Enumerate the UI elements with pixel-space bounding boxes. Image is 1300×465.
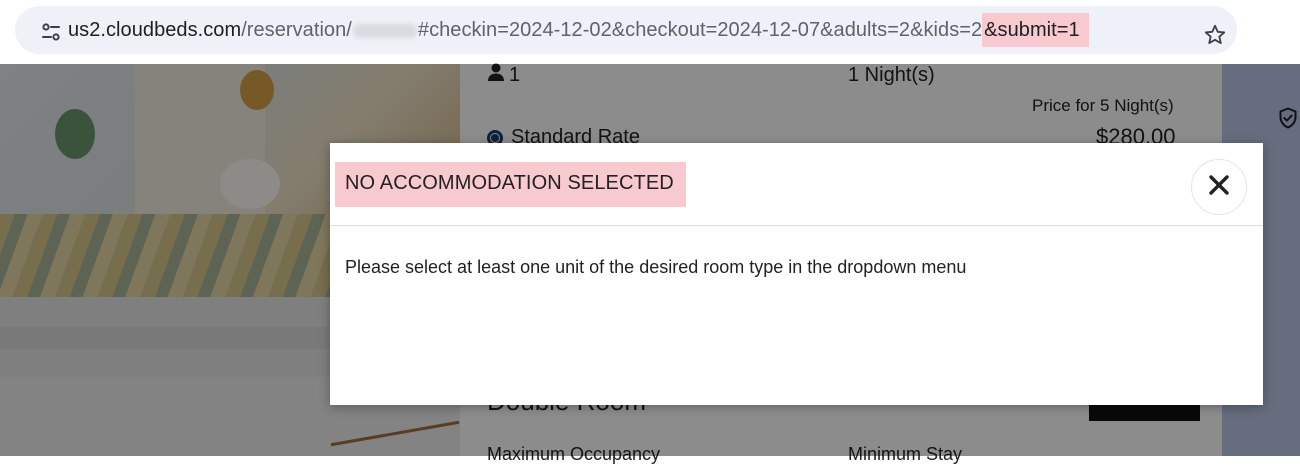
url-host: us2.cloudbeds.com — [68, 19, 242, 41]
url-text[interactable]: us2.cloudbeds.com/reservation/ #checkin=2… — [68, 13, 1089, 47]
redacted-segment — [352, 23, 417, 38]
site-settings-icon[interactable] — [39, 20, 63, 44]
url-highlight: &submit=1 — [982, 13, 1089, 47]
bookmark-star-icon[interactable] — [1203, 23, 1227, 47]
address-bar[interactable]: us2.cloudbeds.com/reservation/ #checkin=2… — [15, 6, 1237, 54]
modal-message: Please select at least one unit of the d… — [345, 257, 967, 277]
shield-check-icon[interactable] — [1276, 106, 1300, 130]
modal-title: NO ACCOMMODATION SELECTED — [335, 162, 686, 207]
close-icon — [1208, 174, 1230, 201]
alert-modal: NO ACCOMMODATION SELECTED Please select … — [330, 143, 1263, 405]
url-query: #checkin=2024-12-02&checkout=2024-12-07&… — [417, 19, 983, 41]
modal-header: NO ACCOMMODATION SELECTED — [330, 143, 1263, 226]
close-button[interactable] — [1191, 159, 1247, 215]
url-path: /reservation/ — [241, 19, 352, 41]
browser-toolbar: us2.cloudbeds.com/reservation/ #checkin=2… — [0, 0, 1300, 64]
